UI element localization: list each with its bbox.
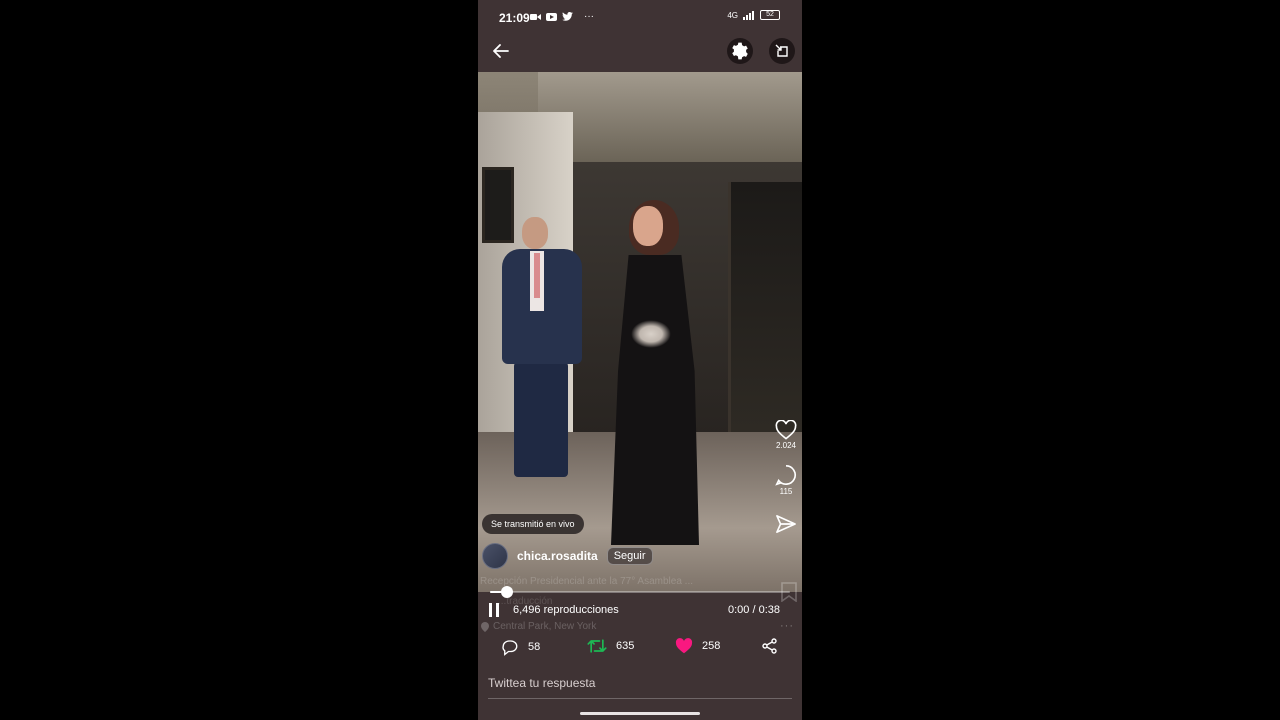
home-indicator[interactable]	[580, 712, 700, 715]
like-video-button[interactable]: 2.024	[775, 420, 797, 450]
video-scene-man	[500, 217, 582, 477]
paper-plane-icon	[776, 515, 796, 533]
back-button[interactable]	[490, 40, 512, 62]
engagement-bar: 58 635 258	[478, 638, 802, 660]
twitter-icon	[562, 12, 573, 21]
pause-button[interactable]	[489, 603, 501, 617]
username[interactable]: chica.rosadita	[517, 549, 598, 563]
location-label: Central Park, New York	[493, 621, 597, 632]
retweet-button[interactable]: 635	[587, 638, 634, 654]
notification-icons: ···	[530, 11, 594, 22]
video-like-count: 2.024	[775, 441, 797, 450]
status-bar: 21:09 ··· 4G 52	[478, 0, 802, 34]
minimize-window-icon	[775, 44, 788, 57]
more-options-icon[interactable]: ···	[780, 620, 794, 632]
heart-icon	[775, 420, 797, 440]
heart-filled-icon	[675, 638, 693, 654]
like-count: 258	[702, 640, 721, 652]
caption: Recepción Presidencial ante la 77° Asamb…	[480, 576, 694, 587]
location-pin-icon	[481, 621, 489, 632]
status-time: 21:09	[499, 11, 530, 25]
signal-icon	[743, 10, 754, 20]
phone-screen: 21:09 ··· 4G 52 2.024 115 Se transmitió …	[478, 0, 802, 720]
retweet-icon	[587, 639, 607, 653]
like-button[interactable]: 258	[675, 638, 720, 654]
share-button[interactable]	[762, 638, 778, 654]
status-right: 4G 52	[727, 10, 780, 20]
video-progress-bar[interactable]	[490, 586, 790, 598]
network-type: 4G	[727, 10, 738, 20]
reply-bubble-icon	[502, 640, 518, 656]
video-comment-count: 115	[779, 487, 793, 496]
reply-button[interactable]: 58	[501, 638, 540, 656]
avatar[interactable]	[482, 543, 508, 569]
author-row: chica.rosadita Seguir	[482, 543, 653, 569]
share-direct-button[interactable]	[775, 514, 797, 534]
arrow-left-icon	[493, 44, 509, 58]
video-scene-woman	[603, 200, 713, 550]
location[interactable]: Central Park, New York	[481, 621, 596, 632]
follow-button[interactable]: Seguir	[606, 547, 653, 565]
reply-input[interactable]: Twittea tu respuesta	[488, 676, 792, 699]
retweet-count: 635	[616, 640, 635, 652]
more-notifications: ···	[584, 11, 594, 22]
settings-button[interactable]	[727, 38, 753, 64]
youtube-icon	[546, 12, 557, 21]
side-actions: 2.024 115	[772, 420, 800, 534]
battery-icon: 52	[760, 10, 780, 20]
comment-bubble-icon	[775, 465, 796, 486]
picture-in-picture-button[interactable]	[769, 38, 795, 64]
pause-icon	[489, 603, 492, 617]
live-badge: Se transmitió en vivo	[482, 514, 584, 534]
view-count: 6,496 reproducciones	[513, 604, 619, 616]
reply-count: 58	[528, 641, 541, 653]
progress-knob[interactable]	[501, 586, 513, 598]
share-icon	[762, 638, 777, 654]
gear-icon	[732, 42, 748, 60]
video-camera-icon	[530, 13, 541, 20]
timecode: 0:00 / 0:38	[728, 604, 780, 616]
video-comment-button[interactable]: 115	[775, 464, 797, 496]
video-scene-window	[728, 182, 802, 432]
video-scene-ceiling	[538, 72, 802, 162]
video-controls: 6,496 reproducciones 0:00 / 0:38	[478, 600, 802, 620]
